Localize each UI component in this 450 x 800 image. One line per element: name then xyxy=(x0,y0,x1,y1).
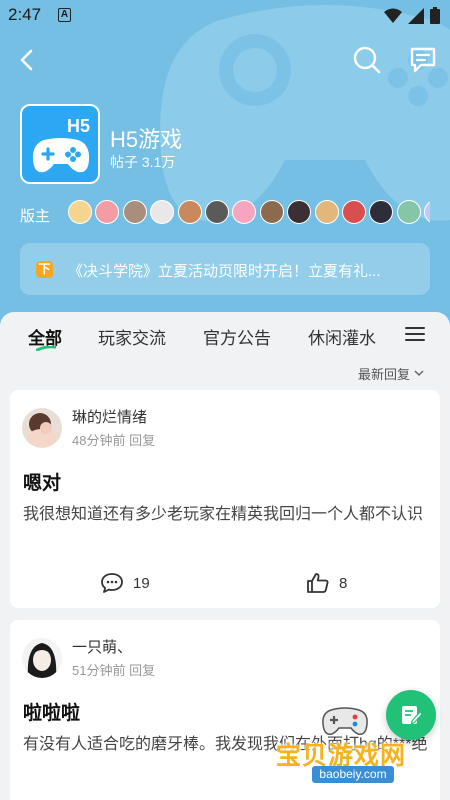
avatar[interactable] xyxy=(22,638,62,678)
search-icon[interactable] xyxy=(352,45,382,75)
sort-dropdown[interactable]: 最新回复 xyxy=(358,364,424,383)
back-icon[interactable] xyxy=(14,46,40,74)
message-icon[interactable] xyxy=(408,45,438,75)
moderator-avatar[interactable] xyxy=(204,200,229,224)
comment-count: 19 xyxy=(133,574,150,592)
post-meta: 48分钟前 回复 xyxy=(72,433,156,448)
post-title[interactable]: 啦啦啦 xyxy=(23,698,80,725)
post-title[interactable]: 嗯对 xyxy=(23,468,61,495)
announcement-banner[interactable]: 下 《决斗学院》立夏活动页限时开启！立夏有礼... xyxy=(20,243,430,295)
menu-icon[interactable] xyxy=(405,326,425,342)
moderator-avatar[interactable] xyxy=(232,200,257,224)
tab-official-notice[interactable]: 官方公告 xyxy=(203,324,271,349)
moderator-avatar[interactable] xyxy=(341,200,366,224)
post-author[interactable]: 一只萌、 xyxy=(72,636,132,657)
post-meta: 51分钟前 回复 xyxy=(72,663,156,678)
forum-post-count: 帖子 3.1万 xyxy=(110,154,176,170)
announcement-text: 《决斗学院》立夏活动页限时开启！立夏有礼... xyxy=(68,263,381,280)
like-button[interactable]: 8 xyxy=(306,572,347,594)
watermark: 宝贝游戏网 baobeiy.com xyxy=(276,700,426,790)
forum-title: H5游戏 xyxy=(110,127,183,152)
moderator-avatars[interactable] xyxy=(68,200,430,228)
moderator-avatar[interactable] xyxy=(95,200,120,224)
status-bar: 2:47 A xyxy=(0,0,450,32)
gamepad-watermark-icon xyxy=(322,707,368,736)
notice-icon: 下 xyxy=(36,261,53,278)
battery-icon xyxy=(430,7,440,24)
moderator-avatar[interactable] xyxy=(259,200,284,224)
moderator-avatar[interactable] xyxy=(396,200,421,224)
moderator-avatar[interactable] xyxy=(68,200,92,224)
moderator-avatar[interactable] xyxy=(314,200,339,224)
status-notification-badge: A xyxy=(58,8,71,22)
gamepad-background-icon xyxy=(160,5,450,221)
wifi-icon xyxy=(384,8,402,23)
like-icon xyxy=(307,573,329,593)
post-body[interactable]: 我很想知道还有多少老玩家在精英我回归一个人都不认识 xyxy=(23,500,431,530)
moderator-avatar[interactable] xyxy=(177,200,202,224)
signal-icon xyxy=(408,7,424,24)
active-tab-indicator xyxy=(36,346,56,351)
moderator-avatar[interactable] xyxy=(122,200,147,224)
moderator-avatar[interactable] xyxy=(150,200,175,224)
watermark-url: baobeiy.com xyxy=(312,766,394,783)
tab-casual[interactable]: 休闲灌水 xyxy=(308,324,376,349)
gamepad-icon xyxy=(32,138,90,173)
post-author[interactable]: 琳的烂情绪 xyxy=(72,406,147,427)
forum-icon-label: H5 xyxy=(66,116,90,136)
comment-button[interactable]: 19 xyxy=(100,572,150,594)
like-count: 8 xyxy=(339,574,348,592)
moderator-avatar[interactable] xyxy=(287,200,312,224)
status-time: 2:47 xyxy=(8,5,42,24)
chevron-down-icon xyxy=(414,370,424,377)
tab-player-chat[interactable]: 玩家交流 xyxy=(98,324,166,349)
moderator-avatar[interactable] xyxy=(369,200,394,224)
post-card[interactable]: 琳的烂情绪 48分钟前 回复 嗯对 我很想知道还有多少老玩家在精英我回归一个人都… xyxy=(10,390,440,608)
avatar[interactable] xyxy=(22,408,62,448)
sort-label: 最新回复 xyxy=(358,367,411,382)
comment-icon xyxy=(101,573,123,593)
forum-icon: H5 xyxy=(20,104,100,184)
moderator-avatar[interactable] xyxy=(424,200,430,224)
moderator-label: 版主 xyxy=(20,208,51,225)
